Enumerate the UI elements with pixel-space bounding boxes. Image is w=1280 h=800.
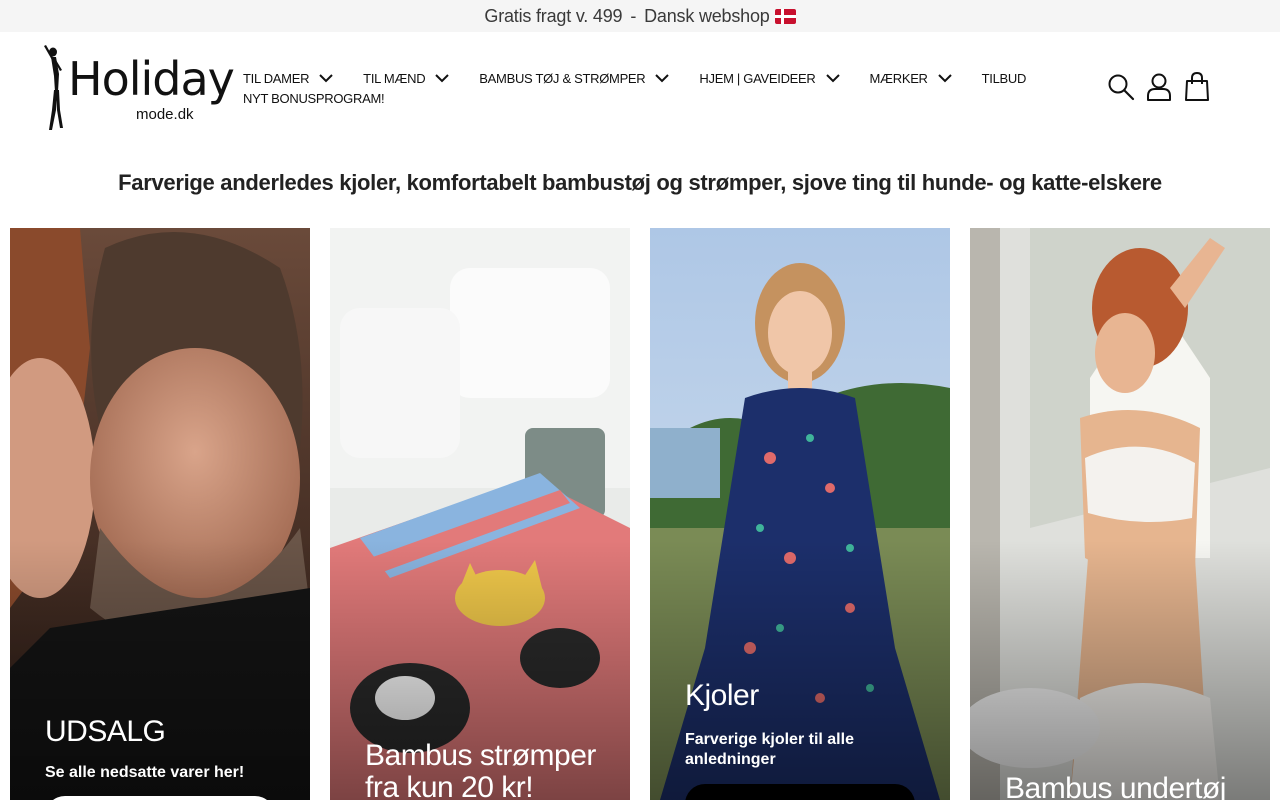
card-kjoler[interactable]: Kjoler Farverige kjoler til alle anledni…: [650, 228, 950, 800]
main-navigation: TIL DAMER TIL MÆND BAMBUS TØJ & STRØMPER…: [243, 70, 1026, 106]
cart-icon: [1185, 72, 1209, 101]
header-actions: [1106, 72, 1220, 102]
chevron-down-icon: [825, 74, 840, 83]
announcement-free-shipping: Gratis fragt v. 499: [484, 5, 623, 26]
nav-item-label: HJEM | GAVEIDEER: [699, 70, 816, 86]
card-title: UDSALG: [45, 715, 166, 748]
nav-item-til-maend[interactable]: TIL MÆND: [363, 70, 450, 86]
logo-wordmark: Holiday: [68, 52, 235, 106]
holiday-logo[interactable]: Holiday mode.dk: [40, 40, 235, 135]
card-subtitle: Se alle nedsatte varer her!: [45, 764, 245, 781]
card-bambus-undertoej[interactable]: Bambus undertøj: [970, 228, 1270, 800]
card-udsalg[interactable]: UDSALG Se alle nedsatte varer her!: [10, 228, 310, 800]
nav-item-label: BAMBUS TØJ & STRØMPER: [479, 70, 646, 86]
nav-item-label: TIL DAMER: [243, 70, 310, 86]
nav-item-til-damer[interactable]: TIL DAMER: [243, 71, 333, 86]
user-icon: [1147, 73, 1171, 101]
announcement-separator: -: [630, 5, 637, 26]
chevron-down-icon: [435, 74, 450, 83]
card-bambus-stroemper[interactable]: Bambus strømper fra kun 20 kr!: [330, 228, 630, 800]
nav-item-bambus[interactable]: BAMBUS TØJ & STRØMPER: [479, 70, 670, 86]
card-cta-button[interactable]: [685, 784, 915, 800]
nav-item-bonusprogram[interactable]: NYT BONUSPROGRAM!: [243, 90, 385, 106]
site-header: Holiday mode.dk TIL DAMER TIL MÆND BAMBU…: [0, 32, 1280, 147]
nav-item-tilbud[interactable]: TILBUD: [981, 70, 1027, 86]
danish-flag-icon: [774, 8, 796, 24]
nav-row-2: NYT BONUSPROGRAM!: [243, 90, 1003, 106]
cart-button[interactable]: [1182, 72, 1212, 102]
card-cta-button[interactable]: [45, 796, 275, 800]
nav-item-label: NYT BONUSPROGRAM!: [243, 90, 385, 106]
card-title: Kjoler: [685, 679, 759, 712]
category-cards: UDSALG Se alle nedsatte varer her! Bambu…: [10, 228, 1270, 800]
card-title: Bambus strømper fra kun 20 kr!: [365, 739, 596, 800]
nav-row-1: TIL DAMER TIL MÆND BAMBUS TØJ & STRØMPER…: [243, 70, 1026, 86]
chevron-down-icon: [655, 74, 670, 83]
search-icon: [1108, 74, 1135, 101]
card-gradient-overlay: [970, 540, 1270, 800]
nav-item-hjem-gaveideer[interactable]: HJEM | GAVEIDEER: [699, 70, 840, 86]
nav-item-label: MÆRKER: [869, 70, 928, 86]
chevron-down-icon: [319, 74, 333, 83]
card-subtitle: Farverige kjoler til alle anledninger: [685, 731, 854, 768]
nav-item-label: TIL MÆND: [363, 70, 426, 86]
search-button[interactable]: [1106, 72, 1136, 102]
card-title: Bambus undertøj: [1005, 772, 1226, 800]
card-gradient-overlay: [10, 540, 310, 800]
logo-domain: mode.dk: [136, 106, 194, 123]
nav-item-label: TILBUD: [981, 70, 1027, 86]
nav-item-maerker[interactable]: MÆRKER: [870, 71, 952, 86]
account-button[interactable]: [1144, 72, 1174, 102]
announcement-bar: Gratis fragt v. 499 - Dansk webshop: [0, 0, 1280, 32]
announcement-danish-webshop: Dansk webshop: [644, 5, 770, 26]
chevron-down-icon: [937, 74, 952, 83]
page-tagline: Farverige anderledes kjoler, komfortabel…: [118, 170, 1162, 195]
